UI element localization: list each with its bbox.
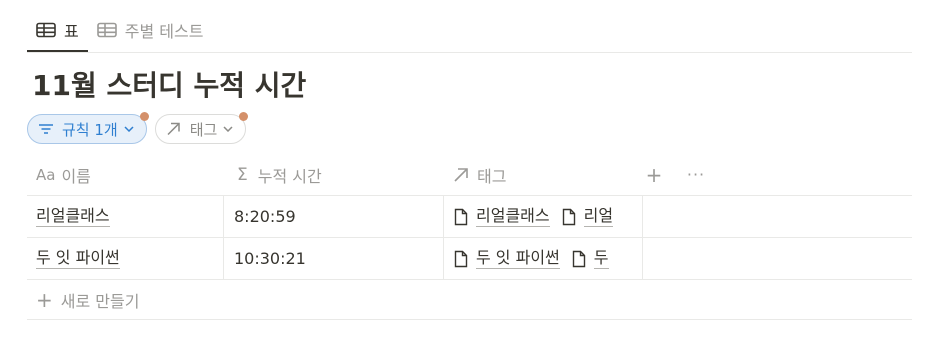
active-filter-indicator <box>239 112 249 121</box>
header-actions: + ··· <box>643 154 707 195</box>
relation-label: 두 잇 파이썬 <box>476 248 560 269</box>
page-icon <box>454 250 468 267</box>
text-property-icon: Aa <box>36 165 56 184</box>
page-title[interactable]: 11월 스터디 누적 시간 <box>32 64 306 104</box>
relation-item[interactable]: 두 잇 파이썬 <box>454 248 560 269</box>
column-header-label: 태그 <box>477 166 507 186</box>
tab-weekly-test[interactable]: 주별 테스트 <box>88 8 213 52</box>
chevron-down-icon <box>223 126 233 132</box>
page-icon <box>562 208 575 225</box>
filter-tag-chip[interactable]: 태그 <box>154 112 249 144</box>
database-table: Aa 이름 Σ 누적 시간 태그 + ··· 리얼클래스 8:20:59 리얼클… <box>27 154 912 320</box>
formula-sigma-icon: Σ <box>237 164 248 185</box>
column-header-label: 이름 <box>61 166 91 186</box>
relation-label: 리얼클래스 <box>476 206 550 227</box>
table-header-row: Aa 이름 Σ 누적 시간 태그 + ··· <box>27 154 912 196</box>
row-name: 두 잇 파이썬 <box>36 248 120 269</box>
page-icon <box>572 250 585 267</box>
relation-arrow-icon <box>167 122 180 136</box>
relation-item[interactable]: 리얼클래스 <box>454 206 550 227</box>
table-icon <box>96 22 117 38</box>
row-time: 10:30:21 <box>234 249 306 268</box>
filter-bar: 규칙 1개 태그 <box>27 112 249 144</box>
more-options-icon[interactable]: ··· <box>685 165 707 184</box>
column-header-label: 누적 시간 <box>257 166 322 186</box>
filter-rule-label: 규칙 1개 <box>62 120 118 139</box>
active-filter-indicator <box>139 112 149 121</box>
table-row[interactable]: 리얼클래스 8:20:59 리얼클래스 리얼 <box>27 196 912 238</box>
row-time: 8:20:59 <box>234 207 296 226</box>
column-header-tag[interactable]: 태그 <box>443 154 643 195</box>
row-name: 리얼클래스 <box>36 206 110 227</box>
tabs-divider <box>27 52 912 53</box>
new-row-button[interactable]: + 새로 만들기 <box>27 280 912 320</box>
add-property-button[interactable]: + <box>643 163 665 187</box>
table-icon <box>36 22 56 38</box>
name-cell[interactable]: 두 잇 파이썬 <box>27 238 223 279</box>
relation-item[interactable]: 두 <box>572 248 609 269</box>
view-tabs: 표 주별 테스트 <box>27 8 212 52</box>
relation-arrow-icon <box>454 167 468 182</box>
filter-tag-label: 태그 <box>189 120 218 139</box>
tab-table-label: 표 <box>64 22 79 41</box>
tag-cell[interactable]: 두 잇 파이썬 두 <box>443 238 643 279</box>
tab-table[interactable]: 표 <box>27 8 88 52</box>
new-row-label: 새로 만들기 <box>60 291 140 311</box>
tag-cell[interactable]: 리얼클래스 리얼 <box>443 196 643 237</box>
column-header-name[interactable]: Aa 이름 <box>27 154 223 195</box>
tab-weekly-test-label: 주별 테스트 <box>124 22 204 41</box>
name-cell[interactable]: 리얼클래스 <box>27 196 223 237</box>
total-time-cell[interactable]: 8:20:59 <box>223 196 443 237</box>
relation-label: 두 <box>593 248 609 269</box>
chevron-down-icon <box>124 126 134 132</box>
filter-lines-icon <box>39 124 53 134</box>
table-row[interactable]: 두 잇 파이썬 10:30:21 두 잇 파이썬 두 <box>27 238 912 280</box>
filter-rule-chip[interactable]: 규칙 1개 <box>27 112 149 144</box>
plus-icon: + <box>36 287 53 312</box>
relation-item[interactable]: 리얼 <box>562 206 614 227</box>
relation-label: 리얼 <box>583 206 614 227</box>
total-time-cell[interactable]: 10:30:21 <box>223 238 443 279</box>
column-header-total-time[interactable]: Σ 누적 시간 <box>223 154 443 195</box>
page-icon <box>454 208 468 225</box>
